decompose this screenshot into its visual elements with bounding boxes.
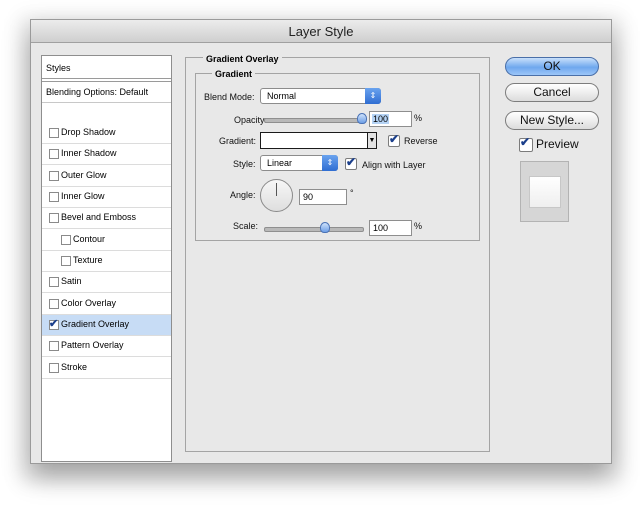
style-label: Style: [233,159,256,169]
style-select[interactable]: Linear ⇕ [260,155,338,171]
title-bar[interactable]: Layer Style [31,20,611,43]
angle-value: 90 [303,192,314,202]
layer-style-dialog: Layer Style Styles Blending Options: Def… [30,19,612,464]
style-item-pattern-overlay[interactable]: Pattern Overlay [42,336,171,357]
gradient-overlay-checkbox[interactable]: ✔ [49,318,59,330]
gradient-overlay-group-title: Gradient Overlay [203,54,282,64]
opacity-slider-handle[interactable] [357,113,367,124]
gradient-dropdown-icon[interactable]: ▼ [367,132,377,149]
opacity-value: 100 [372,114,390,124]
style-item-inner-shadow[interactable]: Inner Shadow [42,144,171,165]
style-item-contour[interactable]: Contour [42,230,171,251]
outer-glow-checkbox[interactable] [49,171,59,181]
style-item-texture[interactable]: Texture [42,251,171,272]
style-item-bevel-and-emboss[interactable]: Bevel and Emboss [42,208,171,229]
scale-slider-handle[interactable] [320,222,330,233]
divider [42,78,171,79]
style-item-color-overlay[interactable]: Color Overlay [42,294,171,315]
preview-label: Preview [536,137,579,151]
opacity-unit: % [414,113,423,123]
drop-shadow-checkbox[interactable] [49,128,59,138]
opacity-label: Opacity: [234,115,268,125]
style-item-label: Bevel and Emboss [61,212,137,222]
reverse-label: Reverse [404,136,438,146]
angle-label: Angle: [230,190,256,200]
blend-mode-value: Normal [267,91,297,101]
angle-needle [276,183,277,196]
style-item-label: Pattern Overlay [61,340,124,350]
style-preview-swatch [520,161,569,222]
style-item-label: Outer Glow [61,170,107,180]
preview-checkbox[interactable]: ✔ [519,135,533,152]
angle-dial[interactable] [260,179,293,212]
reverse-checkbox[interactable]: ✔ [388,132,400,147]
inner-glow-checkbox[interactable] [49,192,59,202]
style-item-label: Stroke [61,362,88,372]
angle-input[interactable]: 90 [299,189,347,205]
styles-header[interactable]: Styles [46,63,71,73]
style-item-inner-glow[interactable]: Inner Glow [42,187,171,208]
inner-shadow-checkbox[interactable] [49,149,59,159]
scale-slider[interactable] [264,227,364,232]
scale-label: Scale: [233,221,259,231]
opacity-input[interactable]: 100 [369,111,412,127]
cancel-button[interactable]: Cancel [505,83,599,102]
style-item-satin[interactable]: Satin [42,272,171,293]
ok-button[interactable]: OK [505,57,599,76]
gradient-label: Gradient: [219,136,257,146]
style-item-label: Satin [61,276,82,286]
style-item-label: Texture [73,255,103,265]
texture-checkbox[interactable] [61,256,71,266]
bevel-and-emboss-checkbox[interactable] [49,213,59,223]
style-item-label: Inner Glow [61,191,105,201]
checkmark-icon: ✔ [389,132,400,146]
style-item-label: Contour [73,234,106,244]
preview-thumbnail [529,176,561,208]
align-with-layer-label: Align with Layer [362,160,426,170]
checkmark-icon: ✔ [49,318,59,330]
checkmark-icon: ✔ [520,135,531,149]
stroke-checkbox[interactable] [49,363,59,373]
scale-unit: % [414,221,423,231]
gradient-subgroup-title: Gradient [212,69,256,79]
divider [42,102,171,103]
updown-arrows-icon: ⇕ [365,88,381,104]
color-overlay-checkbox[interactable] [49,299,59,309]
style-value: Linear [267,158,293,168]
gradient-picker[interactable] [260,132,368,149]
updown-arrows-icon: ⇕ [322,155,338,171]
angle-unit: ° [350,188,354,198]
align-with-layer-checkbox[interactable]: ✔ [345,155,357,170]
style-item-label: Color Overlay [61,298,117,308]
style-item-stroke[interactable]: Stroke [42,358,171,379]
divider [42,81,171,82]
blend-mode-label: Blend Mode: [204,92,255,102]
pattern-overlay-checkbox[interactable] [49,341,59,351]
style-item-outer-glow[interactable]: Outer Glow [42,166,171,187]
new-style-button[interactable]: New Style... [505,111,599,130]
style-item-gradient-overlay[interactable]: ✔ Gradient Overlay [42,315,171,336]
style-item-label: Gradient Overlay [61,319,130,329]
style-item-label: Inner Shadow [61,148,117,158]
scale-value: 100 [373,223,389,233]
checkmark-icon: ✔ [346,155,357,169]
scale-input[interactable]: 100 [369,220,412,236]
style-item-drop-shadow[interactable]: Drop Shadow [42,123,171,144]
style-item-label: Drop Shadow [61,127,116,137]
contour-checkbox[interactable] [61,235,71,245]
blend-mode-select[interactable]: Normal ⇕ [260,88,381,104]
satin-checkbox[interactable] [49,277,59,287]
blending-options-item[interactable]: Blending Options: Default [46,87,148,97]
styles-list-panel: Styles Blending Options: Default Drop Sh… [41,55,172,462]
dialog-title: Layer Style [288,24,354,39]
opacity-slider[interactable] [264,118,364,123]
